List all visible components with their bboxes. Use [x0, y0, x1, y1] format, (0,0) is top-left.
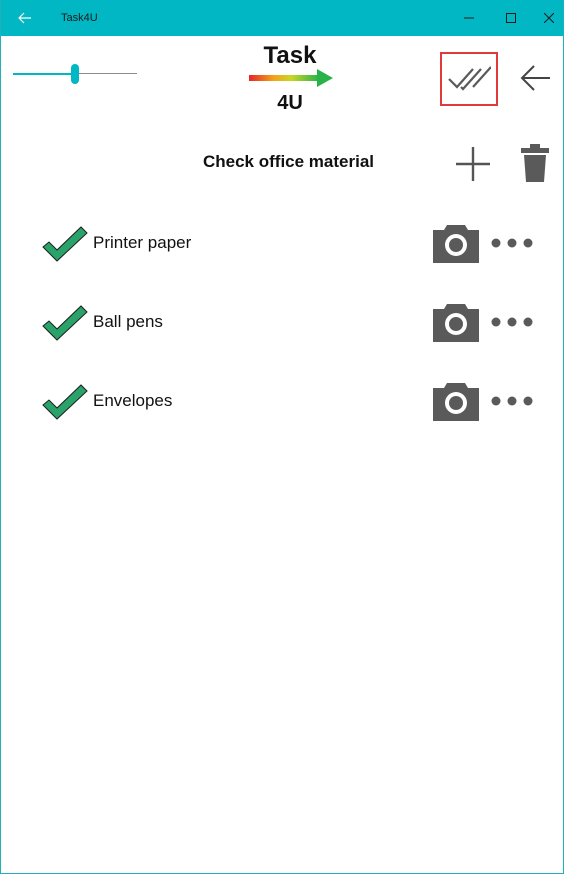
close-button[interactable]	[529, 0, 564, 36]
arrow-left-icon	[18, 12, 31, 24]
logo-text-bottom: 4U	[277, 92, 303, 114]
check-icon[interactable]	[41, 304, 89, 342]
list-title: Check office material	[202, 152, 374, 171]
more-options-icon[interactable]	[491, 312, 533, 332]
add-item-button[interactable]	[453, 144, 493, 184]
window-title: Task4U	[61, 12, 98, 24]
check-icon[interactable]	[41, 383, 89, 421]
mark-all-done-button[interactable]	[440, 52, 498, 106]
plus-icon	[456, 147, 490, 181]
app-logo: Task 4U	[247, 42, 337, 114]
maximize-button[interactable]	[491, 0, 531, 36]
arrow-left-icon	[520, 65, 550, 91]
more-options-icon[interactable]	[491, 391, 533, 411]
item-label: Printer paper	[93, 233, 192, 252]
close-icon	[544, 13, 554, 23]
back-button[interactable]	[515, 58, 555, 98]
list-item: Envelopes	[1, 377, 563, 427]
camera-icon[interactable]	[433, 223, 479, 263]
minimize-icon	[464, 17, 474, 19]
slider-track-empty	[75, 73, 137, 74]
trash-icon	[521, 144, 549, 182]
delete-list-button[interactable]	[515, 142, 555, 184]
item-label: Ball pens	[93, 312, 163, 331]
logo-text-top: Task	[263, 42, 317, 69]
logo-arrow-icon	[249, 69, 333, 87]
camera-icon[interactable]	[433, 302, 479, 342]
titlebar-back-button[interactable]	[1, 0, 49, 36]
slider-thumb[interactable]	[71, 64, 79, 84]
list-item: Printer paper	[1, 219, 563, 269]
app-window: Task4U Task 4U Check office material Pri…	[0, 0, 564, 874]
double-check-icon	[448, 66, 491, 91]
title-bar: Task4U	[1, 0, 563, 36]
list-item: Ball pens	[1, 298, 563, 348]
minimize-button[interactable]	[449, 0, 489, 36]
zoom-slider[interactable]	[13, 62, 137, 86]
more-options-icon[interactable]	[491, 233, 533, 253]
slider-track-filled	[13, 73, 75, 75]
item-label: Envelopes	[93, 391, 173, 410]
maximize-icon	[506, 13, 516, 23]
camera-icon[interactable]	[433, 381, 479, 421]
check-icon[interactable]	[41, 225, 89, 263]
